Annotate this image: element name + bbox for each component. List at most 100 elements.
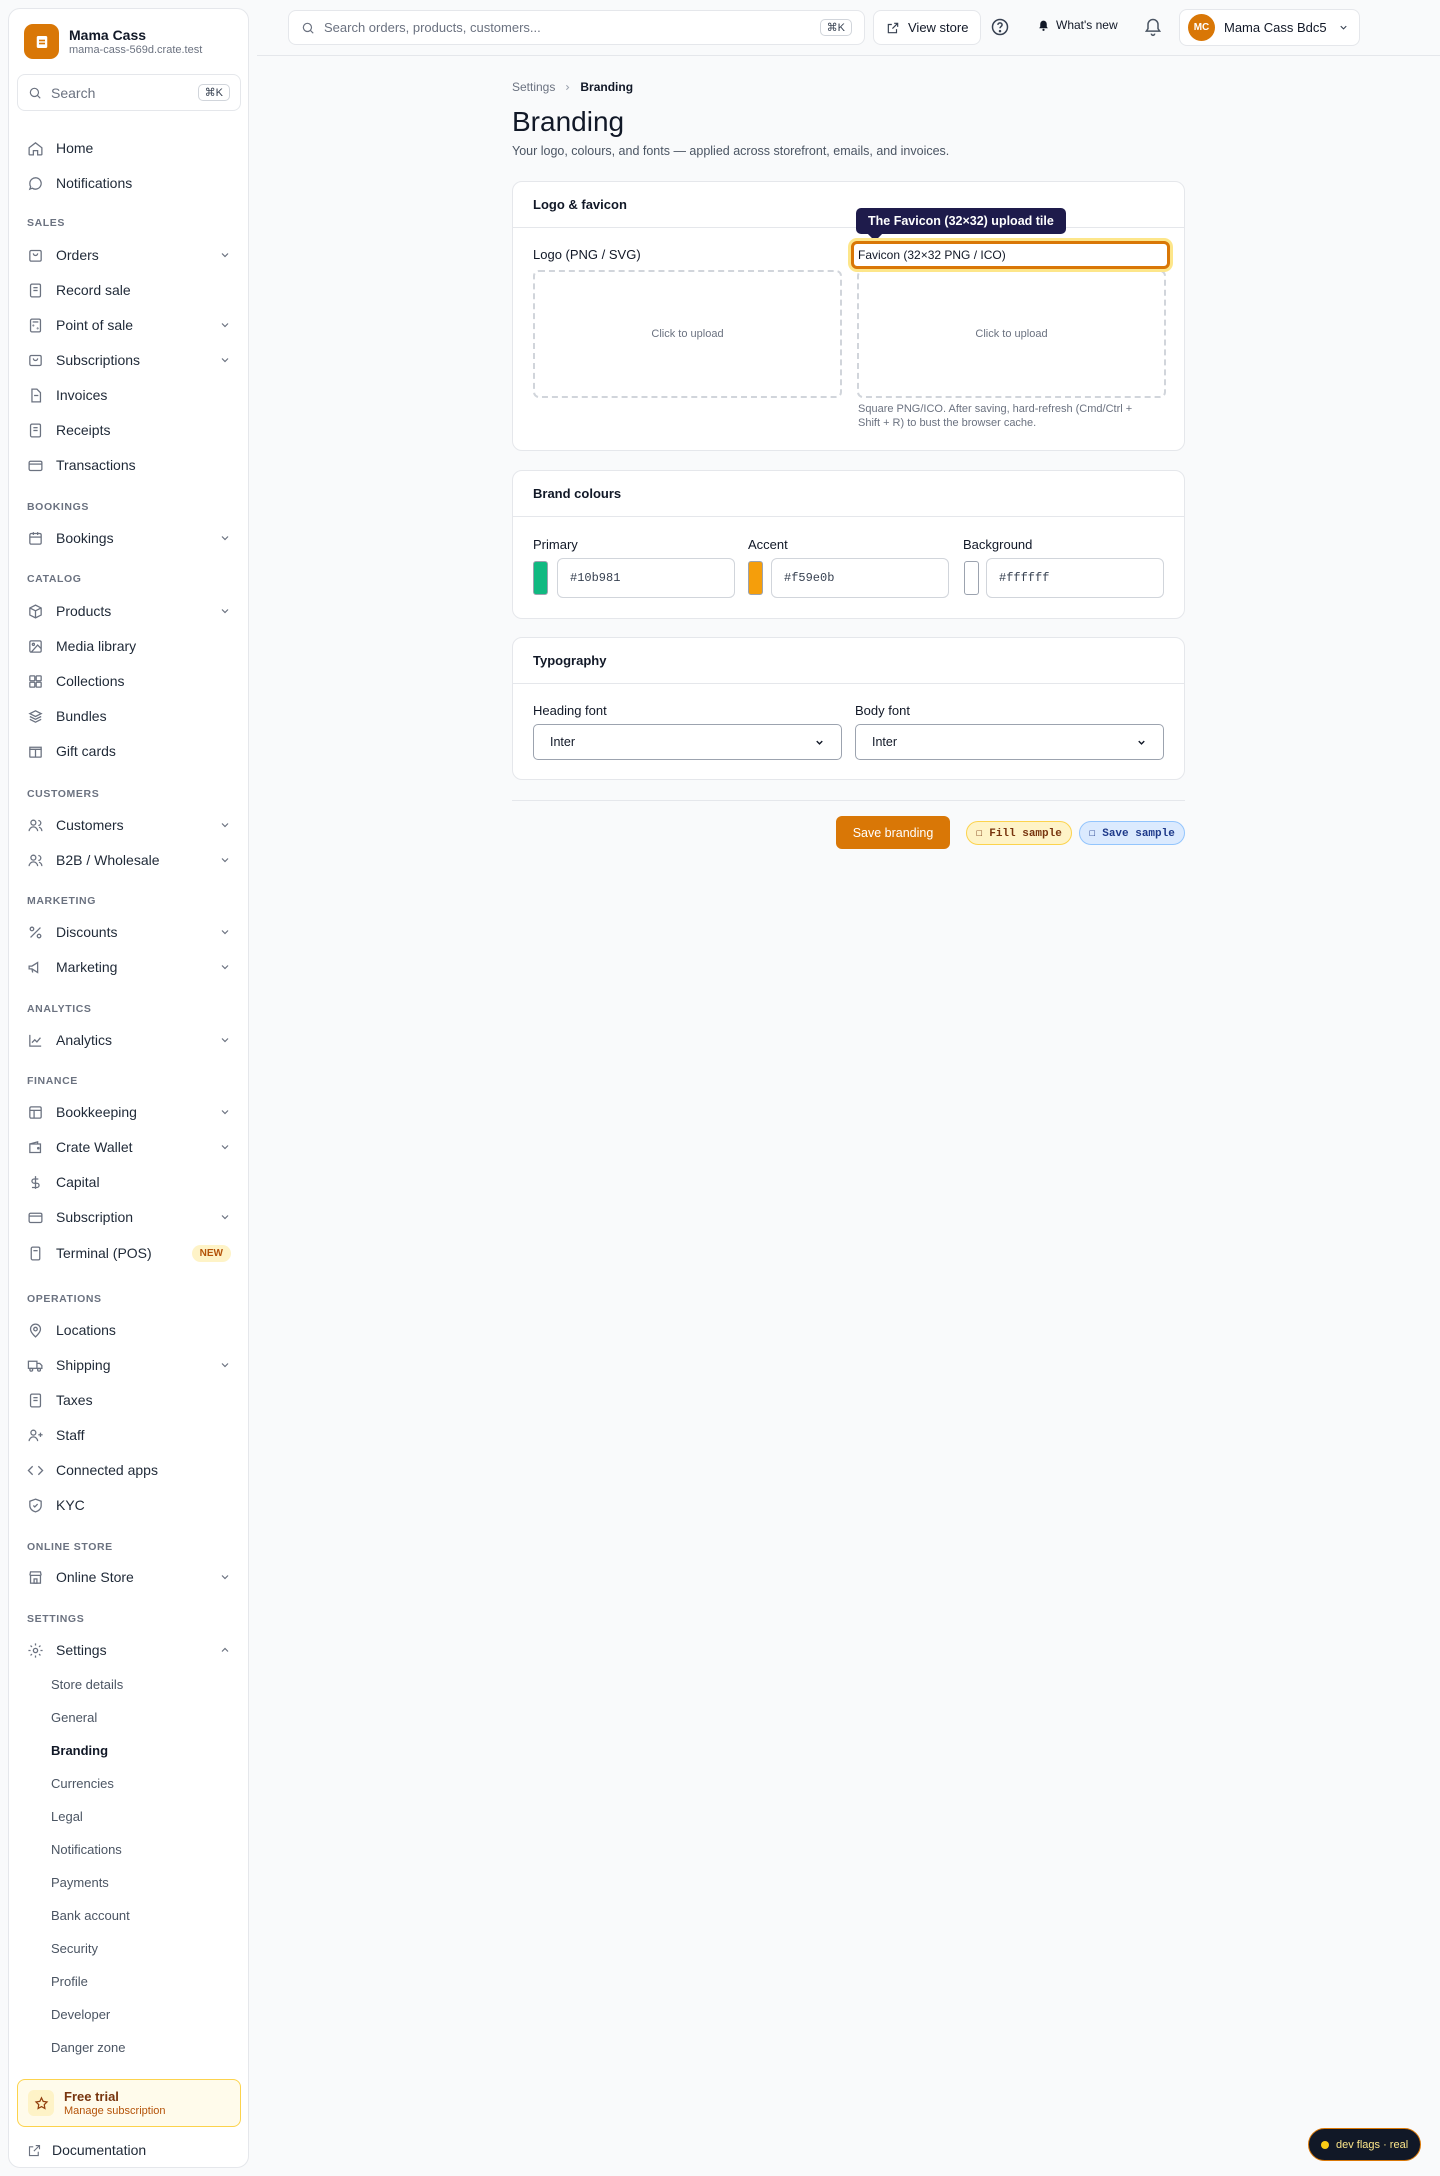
- sidebar-item-customers[interactable]: Customers: [17, 810, 241, 840]
- sidebar-item-point-of-sale[interactable]: Point of sale: [17, 310, 241, 340]
- sidebar-item-subscription[interactable]: Subscription: [17, 1202, 241, 1232]
- breadcrumb-settings[interactable]: Settings: [512, 80, 555, 94]
- sidebar-item-record-sale[interactable]: Record sale: [17, 275, 241, 305]
- sidebar-item-transactions[interactable]: Transactions: [17, 450, 241, 480]
- settings-sub-notifications[interactable]: Notifications: [51, 1842, 122, 1857]
- sidebar-item-label: Bookings: [56, 530, 114, 546]
- sidebar-item-products[interactable]: Products: [17, 596, 241, 626]
- store-switcher[interactable]: Mama Cass mama-cass-569d.crate.test: [24, 24, 202, 59]
- sidebar-item-notifications[interactable]: Notifications: [17, 168, 241, 198]
- settings-sub-store-details[interactable]: Store details: [51, 1677, 123, 1692]
- settings-sub-danger-zone[interactable]: Danger zone: [51, 2040, 125, 2055]
- sidebar-item-capital[interactable]: Capital: [17, 1167, 241, 1197]
- dollar-icon: [31, 1175, 40, 1189]
- sidebar-item-online-store[interactable]: Online Store: [17, 1562, 241, 1592]
- settings-sub-legal[interactable]: Legal: [51, 1809, 83, 1824]
- sidebar-item-gift-cards[interactable]: Gift cards: [17, 736, 241, 766]
- chevron-down-icon: [221, 358, 229, 363]
- settings-sub-general[interactable]: General: [51, 1710, 97, 1725]
- sidebar-item-shipping[interactable]: Shipping: [17, 1350, 241, 1380]
- settings-sub-profile[interactable]: Profile: [51, 1974, 88, 1989]
- body-font-select[interactable]: Inter: [855, 724, 1164, 760]
- manage-subscription-link[interactable]: Manage subscription: [64, 2105, 166, 2118]
- section-marketing: MARKETING: [27, 895, 96, 907]
- sidebar-item-bundles[interactable]: Bundles: [17, 701, 241, 731]
- avatar: MC: [1188, 14, 1215, 41]
- account-menu[interactable]: MC Mama Cass Bdc5: [1179, 9, 1360, 46]
- annotation-tooltip: The Favicon (32×32) upload tile: [856, 208, 1066, 234]
- sidebar-item-taxes[interactable]: Taxes: [17, 1385, 241, 1415]
- notifications-bell-icon[interactable]: [1143, 17, 1163, 37]
- settings-sub-currencies[interactable]: Currencies: [51, 1776, 114, 1791]
- view-store-button[interactable]: View store: [873, 10, 982, 45]
- whats-new-button[interactable]: What's new: [1037, 18, 1118, 32]
- sidebar-item-receipts[interactable]: Receipts: [17, 415, 241, 445]
- sidebar-item-subscriptions[interactable]: Subscriptions: [17, 345, 241, 375]
- sidebar-search[interactable]: Search ⌘K: [17, 74, 241, 111]
- sidebar-item-collections[interactable]: Collections: [17, 666, 241, 696]
- sidebar-item-orders[interactable]: Orders: [17, 240, 241, 270]
- store-logo-icon: [24, 24, 59, 59]
- sidebar-item-connected-apps[interactable]: Connected apps: [17, 1455, 241, 1485]
- favicon-upload-text: Click to upload: [975, 328, 1048, 340]
- page-subtitle: Your logo, colours, and fonts — applied …: [512, 144, 950, 158]
- divider: [512, 800, 1185, 801]
- brand-colours-card: Brand colours Primary #10b981 Accent #f5…: [512, 470, 1185, 619]
- chevron-down-icon: [221, 965, 229, 970]
- sidebar-item-label: Shipping: [56, 1357, 111, 1373]
- sidebar-item-label: Crate Wallet: [56, 1139, 133, 1155]
- settings-sub-security[interactable]: Security: [51, 1941, 98, 1956]
- sidebar-item-home[interactable]: Home: [17, 133, 241, 163]
- sidebar-item-crate-wallet[interactable]: Crate Wallet: [17, 1132, 241, 1162]
- sidebar-item-terminal[interactable]: Terminal (POS) NEW: [17, 1238, 241, 1268]
- chevron-right-icon: [566, 84, 570, 90]
- help-icon[interactable]: [990, 17, 1010, 37]
- sidebar-item-bookkeeping[interactable]: Bookkeeping: [17, 1097, 241, 1127]
- primary-color-input[interactable]: #10b981: [557, 558, 735, 598]
- sidebar: Mama Cass mama-cass-569d.crate.test Sear…: [8, 8, 249, 2168]
- documentation-link[interactable]: Documentation: [27, 2142, 146, 2158]
- sidebar-item-settings[interactable]: Settings: [17, 1635, 241, 1665]
- sidebar-item-analytics[interactable]: Analytics: [17, 1025, 241, 1055]
- heading-font-select[interactable]: Inter: [533, 724, 842, 760]
- settings-sub-developer[interactable]: Developer: [51, 2007, 110, 2022]
- background-color-input[interactable]: #ffffff: [986, 558, 1164, 598]
- favicon-upload-tile[interactable]: Click to upload: [857, 270, 1166, 398]
- sidebar-item-label: Home: [56, 140, 94, 156]
- sidebar-item-locations[interactable]: Locations: [17, 1315, 241, 1345]
- accent-color-input[interactable]: #f59e0b: [771, 558, 949, 598]
- chevron-down-icon: [221, 253, 229, 258]
- credit-card-icon: [28, 460, 43, 471]
- global-search-input[interactable]: Search orders, products, customers... ⌘K: [288, 10, 865, 45]
- sidebar-item-invoices[interactable]: Invoices: [17, 380, 241, 410]
- external-link-icon: [887, 22, 899, 33]
- primary-color-swatch[interactable]: [533, 561, 548, 595]
- gift-icon: [29, 746, 42, 758]
- free-trial-banner[interactable]: Free trial Manage subscription: [17, 2079, 241, 2127]
- sidebar-item-media-library[interactable]: Media library: [17, 631, 241, 661]
- save-sample-button[interactable]: ☐ Save sample: [1079, 821, 1185, 845]
- search-icon: [29, 87, 41, 99]
- settings-sub-bank-account[interactable]: Bank account: [51, 1908, 130, 1923]
- save-branding-button[interactable]: Save branding: [836, 816, 950, 849]
- chevron-down-icon: [221, 1215, 229, 1220]
- settings-sub-branding[interactable]: Branding: [51, 1743, 108, 1758]
- sidebar-search-label: Search: [51, 84, 96, 101]
- typography-card: Typography Heading font Inter Body font …: [512, 637, 1185, 780]
- sidebar-item-kyc[interactable]: KYC: [17, 1490, 241, 1520]
- sidebar-item-staff[interactable]: Staff: [17, 1420, 241, 1450]
- logo-upload-tile[interactable]: Click to upload: [533, 270, 842, 398]
- sidebar-item-discounts[interactable]: Discounts: [17, 917, 241, 947]
- sidebar-item-bookings[interactable]: Bookings: [17, 523, 241, 553]
- background-color-swatch[interactable]: [964, 561, 979, 595]
- settings-sub-payments[interactable]: Payments: [51, 1875, 109, 1890]
- dev-flags-toggle[interactable]: dev flags · real: [1308, 2128, 1422, 2161]
- fill-sample-button[interactable]: ☐ Fill sample: [966, 821, 1072, 845]
- users-icon: [28, 854, 43, 866]
- accent-color-swatch[interactable]: [748, 561, 763, 595]
- sidebar-item-marketing[interactable]: Marketing: [17, 952, 241, 982]
- sidebar-item-label: Collections: [56, 673, 125, 689]
- section-sales: SALES: [27, 217, 66, 229]
- receipt-icon: [29, 1392, 42, 1408]
- sidebar-item-b2b[interactable]: B2B / Wholesale: [17, 845, 241, 875]
